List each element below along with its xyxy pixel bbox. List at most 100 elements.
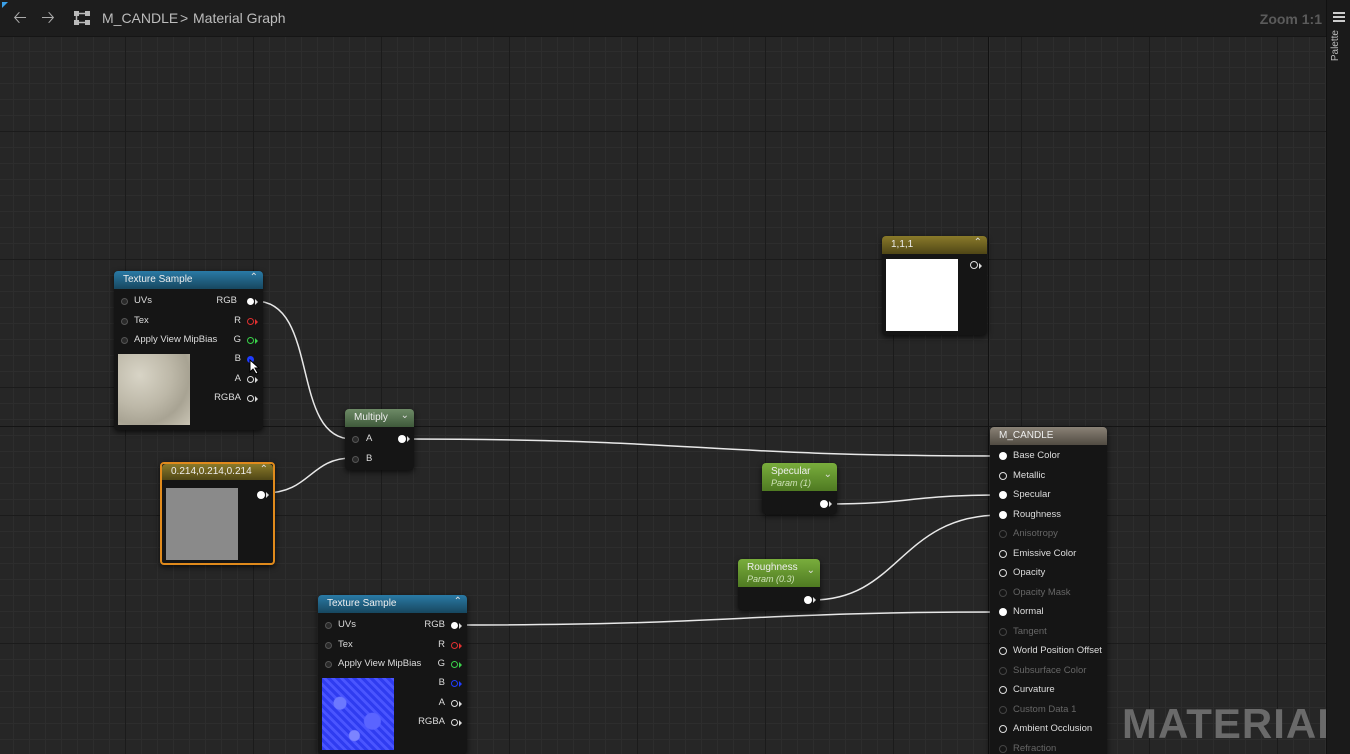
input-uvs[interactable]: UVs RGB	[318, 619, 467, 637]
pin-label: G	[233, 334, 241, 345]
pin-icon[interactable]	[352, 436, 359, 443]
node-header[interactable]: Multiply ⌄	[345, 409, 414, 427]
pin-icon[interactable]	[325, 622, 332, 629]
input-pin-icon[interactable]	[999, 569, 1007, 577]
output-pin-icon[interactable]	[820, 500, 828, 508]
multiply-node[interactable]: Multiply ⌄ A B	[345, 409, 414, 470]
input-pin-icon[interactable]	[999, 588, 1007, 597]
arrow-icon	[459, 720, 462, 726]
material-input-row[interactable]: Subsurface Color	[990, 665, 1107, 683]
collapse-icon[interactable]: ⌃	[454, 596, 462, 607]
input-pin-icon[interactable]	[999, 627, 1007, 636]
expand-icon[interactable]: ⌄	[807, 565, 815, 576]
node-header[interactable]: Texture Sample ⌃	[318, 595, 467, 613]
pin-icon[interactable]	[451, 661, 458, 668]
input-pin-icon[interactable]	[999, 471, 1007, 480]
material-input-row[interactable]: Metallic	[990, 470, 1107, 488]
material-input-row[interactable]: World Position Offset	[990, 645, 1107, 663]
pin-icon[interactable]	[325, 642, 332, 649]
collapse-icon[interactable]: ⌃	[250, 272, 258, 283]
collapse-icon[interactable]: ⌃	[260, 464, 268, 475]
pin-icon[interactable]	[247, 395, 254, 402]
pin-icon[interactable]	[247, 318, 254, 325]
input-pin-icon[interactable]	[999, 491, 1007, 499]
pin-label: Apply View MipBias	[338, 658, 422, 669]
pin-icon[interactable]	[247, 298, 254, 305]
node-header[interactable]: Texture Sample ⌃	[114, 271, 263, 289]
forward-arrow-icon[interactable]: 🡢	[39, 9, 57, 27]
material-input-row[interactable]: Emissive Color	[990, 548, 1107, 566]
pin-icon[interactable]	[352, 456, 359, 463]
pin-label: R	[234, 315, 241, 326]
output-pin-icon[interactable]	[970, 261, 978, 269]
material-input-row[interactable]: Opacity	[990, 567, 1107, 585]
node-header[interactable]: M_CANDLE	[990, 427, 1107, 445]
arrow-icon	[255, 299, 258, 305]
material-input-row[interactable]: Curvature	[990, 684, 1107, 702]
input-tex[interactable]: Tex R	[114, 315, 263, 333]
input-pin-icon[interactable]	[999, 549, 1007, 558]
input-mipbias[interactable]: Apply View MipBias G	[114, 334, 263, 352]
pin-icon[interactable]	[247, 376, 254, 383]
input-pin-icon[interactable]	[999, 452, 1007, 460]
hamburger-icon[interactable]	[1333, 12, 1345, 22]
input-pin-icon[interactable]	[999, 686, 1007, 694]
constant3vector-white-node[interactable]: 1,1,1 ⌃	[882, 236, 987, 335]
pin-icon[interactable]	[451, 700, 458, 707]
input-pin-icon[interactable]	[999, 705, 1007, 714]
input-mipbias[interactable]: Apply View MipBias G	[318, 658, 467, 676]
material-input-row[interactable]: Base Color	[990, 450, 1107, 468]
material-input-row[interactable]: Specular	[990, 489, 1107, 507]
material-input-row[interactable]: Opacity Mask	[990, 587, 1107, 605]
node-header[interactable]: 0.214,0.214,0.214 ⌃	[162, 464, 273, 480]
arrow-icon	[255, 396, 258, 402]
pin-icon[interactable]	[121, 298, 128, 305]
roughness-param-node[interactable]: Roughness Param (0.3) ⌄	[738, 559, 820, 610]
palette-tab[interactable]: Palette	[1330, 30, 1341, 61]
input-pin-icon[interactable]	[999, 725, 1007, 733]
pin-icon[interactable]	[247, 337, 254, 344]
input-pin-icon[interactable]	[999, 608, 1007, 616]
material-input-row[interactable]: Refraction	[990, 743, 1107, 754]
pin-icon[interactable]	[451, 642, 458, 649]
collapse-icon[interactable]: ⌃	[974, 237, 982, 248]
material-input-row[interactable]: Normal	[990, 606, 1107, 624]
specular-param-node[interactable]: Specular Param (1) ⌄	[762, 463, 837, 514]
material-output-node[interactable]: M_CANDLE Base Color Metallic Specular Rough…	[990, 427, 1107, 754]
output-pin-icon[interactable]	[804, 596, 812, 604]
material-input-label: Emissive Color	[1013, 547, 1077, 559]
material-input-row[interactable]: Tangent	[990, 626, 1107, 644]
input-b[interactable]: B	[345, 453, 414, 471]
pin-icon[interactable]	[451, 680, 458, 687]
material-input-row[interactable]: Ambient Occlusion	[990, 723, 1107, 741]
pin-icon[interactable]	[451, 719, 458, 726]
input-pin-icon[interactable]	[999, 666, 1007, 675]
expand-icon[interactable]: ⌄	[401, 410, 409, 421]
node-header[interactable]: Roughness Param (0.3) ⌄	[738, 559, 820, 587]
back-arrow-icon[interactable]: 🡠	[11, 9, 29, 27]
input-pin-icon[interactable]	[999, 647, 1007, 655]
breadcrumb-root[interactable]: M_CANDLE	[102, 10, 178, 26]
output-pin-icon[interactable]	[257, 491, 265, 499]
pin-icon[interactable]	[121, 318, 128, 325]
texture-sample-node-2[interactable]: Texture Sample ⌃ UVs RGB Tex R Apply Vie…	[318, 595, 467, 754]
input-pin-icon[interactable]	[999, 510, 1007, 519]
pin-icon[interactable]	[121, 337, 128, 344]
expand-icon[interactable]: ⌄	[824, 469, 832, 480]
input-pin-icon[interactable]	[999, 744, 1007, 753]
output-pin-icon[interactable]	[398, 435, 406, 443]
input-uvs[interactable]: UVs RGB	[114, 295, 263, 313]
input-a[interactable]: A	[345, 433, 414, 451]
input-tex[interactable]: Tex R	[318, 639, 467, 657]
material-graph-canvas[interactable]: Texture Sample ⌃ UVs RGB Tex R Apply Vie…	[0, 0, 1350, 754]
material-input-row[interactable]: Roughness	[990, 509, 1107, 527]
node-header[interactable]: 1,1,1 ⌃	[882, 236, 987, 254]
material-input-row[interactable]: Anisotropy	[990, 528, 1107, 546]
node-header[interactable]: Specular Param (1) ⌄	[762, 463, 837, 491]
pin-icon[interactable]	[325, 661, 332, 668]
input-pin-icon[interactable]	[999, 530, 1007, 538]
material-input-row[interactable]: Custom Data 1	[990, 704, 1107, 722]
texture-sample-node-1[interactable]: Texture Sample ⌃ UVs RGB Tex R Apply Vie…	[114, 271, 263, 430]
constant3vector-gray-node[interactable]: 0.214,0.214,0.214 ⌃	[160, 462, 275, 565]
pin-icon[interactable]	[451, 622, 458, 629]
